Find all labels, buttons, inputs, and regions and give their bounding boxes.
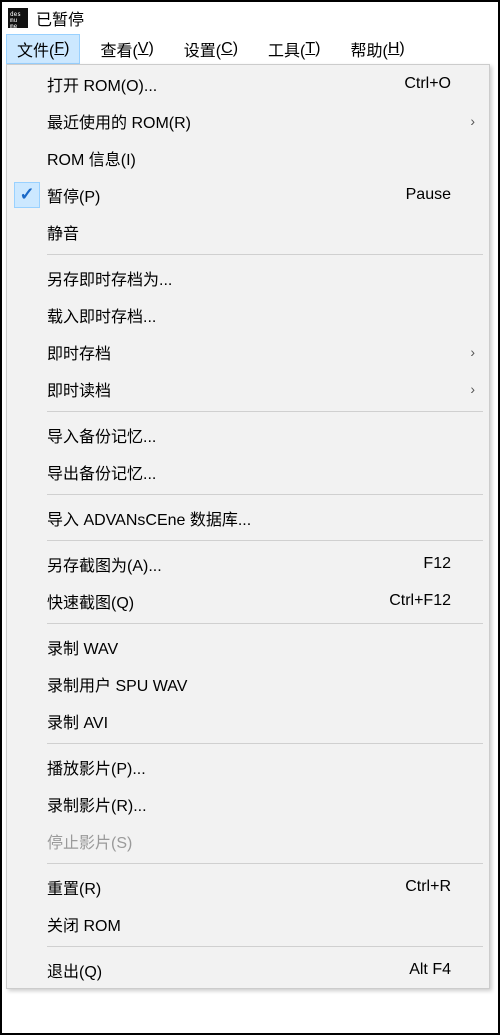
menu-item-label: 即时读档 [47,377,371,401]
menu-item-accel: Ctrl+O [371,75,451,93]
menu-item-3[interactable]: ✓ 暂停(P)Pause [7,176,489,213]
menu-item-2[interactable]: ROM 信息(I) [7,139,489,176]
menu-item-label: 另存截图为(A)... [47,552,371,576]
menu-item-23[interactable]: 播放影片(P)... [7,748,489,785]
menu-item-16[interactable]: 另存截图为(A)...F12 [7,545,489,582]
menu-item-label: 导入 ADVANsCEne 数据库... [47,506,371,530]
menubar-item-3[interactable]: 工具(T) [258,34,330,64]
menu-separator [47,411,483,412]
check-icon: ✓ [19,184,34,205]
menu-item-accel: Pause [371,186,451,204]
menu-item-6[interactable]: 另存即时存档为... [7,259,489,296]
menu-separator [47,540,483,541]
menubar: 文件(F) 查看(V) 设置(C) 工具(T) 帮助(H) [2,34,498,64]
menu-item-25: 停止影片(S) [7,822,489,859]
menu-item-label: 快速截图(Q) [47,589,371,613]
menu-item-accel: Alt F4 [371,961,451,979]
menu-item-label: 关闭 ROM [47,912,371,936]
menu-item-17[interactable]: 快速截图(Q)Ctrl+F12 [7,582,489,619]
menu-item-21[interactable]: 录制 AVI [7,702,489,739]
menu-item-9[interactable]: 即时读档 › [7,370,489,407]
menu-item-label: 退出(Q) [47,958,371,982]
menu-item-label: 导出备份记忆... [47,460,371,484]
menubar-item-2[interactable]: 设置(C) [174,34,248,64]
menu-item-1[interactable]: 最近使用的 ROM(R) › [7,102,489,139]
svg-text:me: me [10,23,18,28]
menu-item-accel: Ctrl+F12 [371,592,451,610]
menu-separator [47,494,483,495]
menu-item-label: 即时存档 [47,340,371,364]
menu-item-label: 停止影片(S) [47,829,371,853]
menu-separator [47,743,483,744]
menu-item-label: 打开 ROM(O)... [47,72,371,96]
menu-item-8[interactable]: 即时存档 › [7,333,489,370]
menu-item-7[interactable]: 载入即时存档... [7,296,489,333]
menu-item-label: ROM 信息(I) [47,146,371,170]
menu-separator [47,946,483,947]
menu-item-label: 录制影片(R)... [47,792,371,816]
menu-item-label: 另存即时存档为... [47,266,371,290]
menu-item-label: 最近使用的 ROM(R) [47,109,371,133]
menu-item-20[interactable]: 录制用户 SPU WAV [7,665,489,702]
menu-item-30[interactable]: 退出(Q)Alt F4 [7,951,489,988]
menu-separator [47,863,483,864]
menu-item-label: 录制用户 SPU WAV [47,672,371,696]
menu-item-label: 播放影片(P)... [47,755,371,779]
menu-item-4[interactable]: 静音 [7,213,489,250]
menu-separator [47,254,483,255]
menu-item-label: 录制 WAV [47,635,371,659]
menu-item-label: 静音 [47,220,371,244]
submenu-arrow-icon: › [451,381,475,397]
menu-item-label: 暂停(P) [47,183,371,207]
menu-item-19[interactable]: 录制 WAV [7,628,489,665]
titlebar: des mu me 已暂停 [2,2,498,34]
menu-item-12[interactable]: 导出备份记忆... [7,453,489,490]
menu-item-27[interactable]: 重置(R)Ctrl+R [7,868,489,905]
menu-item-label: 载入即时存档... [47,303,371,327]
menubar-item-1[interactable]: 查看(V) [90,34,163,64]
menubar-item-0[interactable]: 文件(F) [6,34,80,64]
menu-item-label: 导入备份记忆... [47,423,371,447]
menu-item-accel: F12 [371,555,451,573]
submenu-arrow-icon: › [451,113,475,129]
menu-item-14[interactable]: 导入 ADVANsCEne 数据库... [7,499,489,536]
menubar-item-4[interactable]: 帮助(H) [340,34,414,64]
window-title: 已暂停 [36,6,84,30]
desmume-icon: des mu me [8,8,28,28]
menu-check-col: ✓ [7,182,47,208]
menu-item-accel: Ctrl+R [371,878,451,896]
submenu-arrow-icon: › [451,344,475,360]
menu-separator [47,623,483,624]
menu-item-11[interactable]: 导入备份记忆... [7,416,489,453]
file-menu-dropdown: 打开 ROM(O)...Ctrl+O最近使用的 ROM(R)›ROM 信息(I)… [6,64,490,989]
menu-item-28[interactable]: 关闭 ROM [7,905,489,942]
menu-item-0[interactable]: 打开 ROM(O)...Ctrl+O [7,65,489,102]
menu-item-label: 重置(R) [47,875,371,899]
menu-item-24[interactable]: 录制影片(R)... [7,785,489,822]
menu-item-label: 录制 AVI [47,709,371,733]
